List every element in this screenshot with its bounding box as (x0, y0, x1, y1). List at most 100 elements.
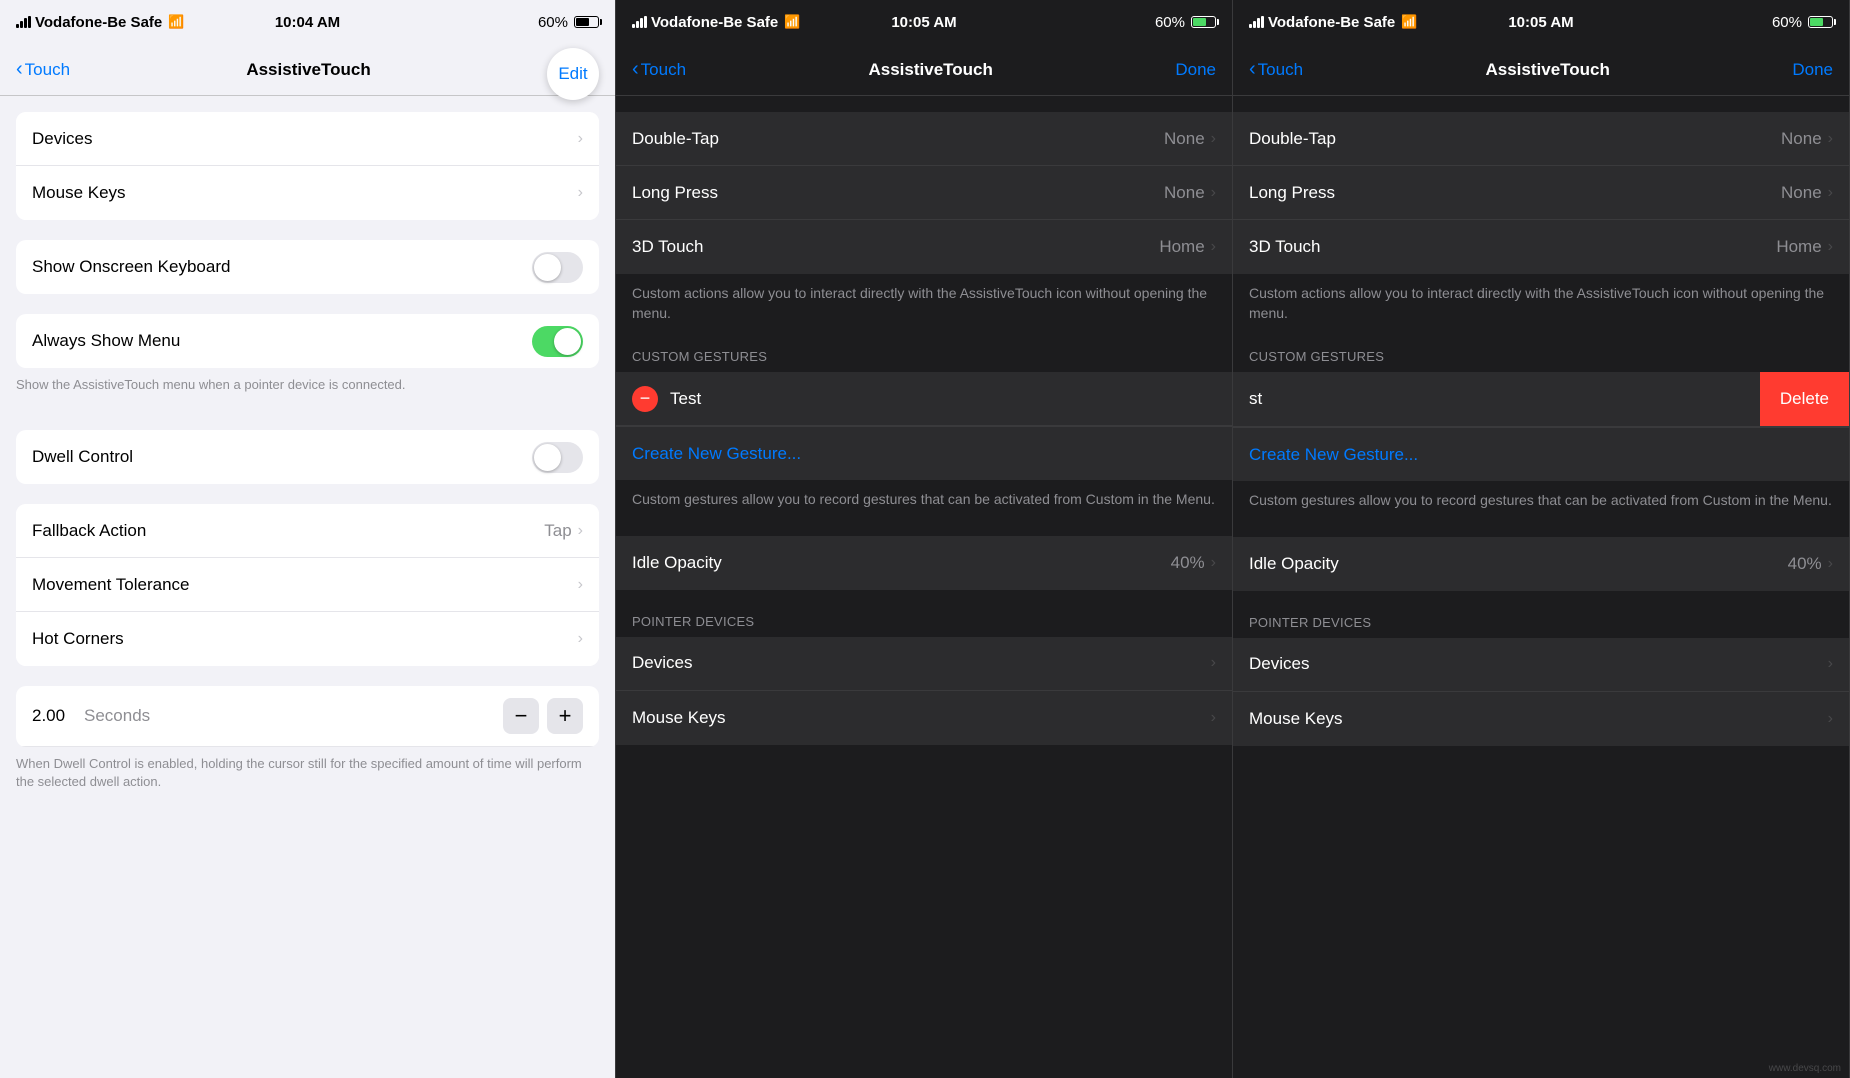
row-idle-opacity-3[interactable]: Idle Opacity 40% › (1233, 537, 1849, 591)
row-create-gesture-2[interactable]: Create New Gesture... (616, 426, 1232, 480)
wifi-icon-1: 📶 (168, 14, 184, 30)
value-fallback: Tap (544, 521, 571, 541)
row-mousekeys-2[interactable]: Mouse Keys › (616, 691, 1232, 745)
edit-button-1[interactable]: Edit (547, 48, 599, 100)
chevron-3dt-3: › (1828, 238, 1833, 256)
stepper-row: 2.00 Seconds − + (16, 686, 599, 747)
signal-bar (24, 18, 27, 28)
custom-actions-note-3: Custom actions allow you to interact dir… (1233, 274, 1849, 333)
chevron-hot-corners: › (578, 630, 583, 648)
chevron-lp-2: › (1211, 184, 1216, 202)
toggle-knob-always-show (554, 328, 581, 355)
nav-back-2[interactable]: ‹ Touch (632, 58, 686, 81)
chevron-mousekeys-3: › (1828, 710, 1833, 728)
toggle-knob-keyboard (534, 254, 561, 281)
signal-bar (644, 16, 647, 28)
value-3dtouch-2: Home (1159, 237, 1204, 257)
nav-title-1: AssistiveTouch (246, 60, 370, 80)
row-3dtouch-2[interactable]: 3D Touch Home › (616, 220, 1232, 274)
done-btn-3[interactable]: Done (1792, 60, 1833, 80)
status-right-1: 60% (538, 14, 599, 31)
custom-actions-group-3: Double-Tap None › Long Press None › 3D T… (1233, 112, 1849, 274)
row-3dtouch-3[interactable]: 3D Touch Home › (1233, 220, 1849, 274)
row-double-tap-3[interactable]: Double-Tap None › (1233, 112, 1849, 166)
row-devices[interactable]: Devices › (16, 112, 599, 166)
row-long-press-3[interactable]: Long Press None › (1233, 166, 1849, 220)
back-chevron-3: ‹ (1249, 58, 1256, 81)
row-right-3dt-3: Home › (1776, 237, 1833, 257)
row-left-movement: Movement Tolerance (32, 575, 578, 595)
row-hot-corners[interactable]: Hot Corners › (16, 612, 599, 666)
back-label-2[interactable]: Touch (641, 60, 686, 80)
delete-button[interactable]: Delete (1760, 372, 1849, 426)
gesture-label-test: Test (670, 389, 701, 409)
row-create-gesture-3[interactable]: Create New Gesture... (1233, 427, 1849, 481)
pointer-header-3: POINTER DEVICES (1233, 591, 1849, 638)
nav-title-2: AssistiveTouch (869, 60, 993, 80)
stepper-minus-btn[interactable]: − (503, 698, 539, 734)
chevron-dt-3: › (1828, 130, 1833, 148)
battery-pct-1: 60% (538, 14, 568, 31)
value-idle-3: 40% (1788, 554, 1822, 574)
row-right-mousekeys-2: › (1211, 709, 1216, 727)
row-right-dwell (532, 442, 583, 473)
row-right-3dt-2: Home › (1159, 237, 1216, 257)
stepper-container: 2.00 Seconds − + (16, 686, 599, 747)
chevron-idle-3: › (1828, 555, 1833, 573)
row-dwell[interactable]: Dwell Control (16, 430, 599, 484)
nav-bar-1: ‹ Touch AssistiveTouch Edit (0, 44, 615, 96)
row-right-devices-3: › (1828, 655, 1833, 673)
chevron-3dt-2: › (1211, 238, 1216, 256)
custom-gestures-group-3: st Delete Create New Gesture... (1233, 372, 1849, 481)
custom-gestures-group-2: − Test Create New Gesture... (616, 372, 1232, 480)
toggle-knob-dwell (534, 444, 561, 471)
toggle-keyboard[interactable] (532, 252, 583, 283)
toggle-always-show[interactable] (532, 326, 583, 357)
row-always-show[interactable]: Always Show Menu (16, 314, 599, 368)
toggle-dwell[interactable] (532, 442, 583, 473)
create-gesture-label-3[interactable]: Create New Gesture... (1249, 445, 1418, 465)
row-left-always-show: Always Show Menu (32, 331, 532, 351)
row-double-tap-2[interactable]: Double-Tap None › (616, 112, 1232, 166)
row-left-dwell: Dwell Control (32, 447, 532, 467)
nav-back-3[interactable]: ‹ Touch (1249, 58, 1303, 81)
value-idle-2: 40% (1171, 553, 1205, 573)
settings-group-menu: Always Show Menu (16, 314, 599, 368)
row-right-movement: › (578, 576, 583, 594)
nav-back-1[interactable]: ‹ Touch (16, 58, 70, 81)
custom-gestures-note-3: Custom gestures allow you to record gest… (1233, 481, 1849, 521)
pointer-group-2: Devices › Mouse Keys › (616, 637, 1232, 745)
gesture-item-test[interactable]: − Test (616, 372, 1232, 426)
row-long-press-2[interactable]: Long Press None › (616, 166, 1232, 220)
row-devices-2[interactable]: Devices › (616, 637, 1232, 691)
stepper-value: 2.00 (32, 706, 72, 726)
row-keyboard[interactable]: Show Onscreen Keyboard (16, 240, 599, 294)
row-left-mouse-keys: Mouse Keys (32, 183, 578, 203)
idle-opacity-group-2: Idle Opacity 40% › (616, 536, 1232, 590)
row-movement[interactable]: Movement Tolerance › (16, 558, 599, 612)
row-fallback[interactable]: Fallback Action Tap › (16, 504, 599, 558)
chevron-mousekeys-2: › (1211, 709, 1216, 727)
chevron-mouse-keys: › (578, 184, 583, 202)
battery-pct-2: 60% (1155, 14, 1185, 31)
stepper-plus-btn[interactable]: + (547, 698, 583, 734)
row-idle-opacity-2[interactable]: Idle Opacity 40% › (616, 536, 1232, 590)
signal-bar (640, 18, 643, 28)
row-left-fallback: Fallback Action (32, 521, 544, 541)
create-gesture-label-2[interactable]: Create New Gesture... (632, 444, 801, 464)
row-mousekeys-3[interactable]: Mouse Keys › (1233, 692, 1849, 746)
row-mouse-keys[interactable]: Mouse Keys › (16, 166, 599, 220)
label-hot-corners: Hot Corners (32, 629, 578, 649)
carrier-1: Vodafone-Be Safe (35, 14, 162, 31)
pointer-group-3: Devices › Mouse Keys › (1233, 638, 1849, 746)
settings-group-misc: Fallback Action Tap › Movement Tolerance… (16, 504, 599, 666)
back-label-3[interactable]: Touch (1258, 60, 1303, 80)
value-long-press-3: None (1781, 183, 1822, 203)
done-btn-2[interactable]: Done (1175, 60, 1216, 80)
back-label-1[interactable]: Touch (25, 60, 70, 80)
minus-btn-test[interactable]: − (632, 386, 658, 412)
row-devices-3[interactable]: Devices › (1233, 638, 1849, 692)
row-right-mousekeys-3: › (1828, 710, 1833, 728)
gesture-main[interactable]: st (1233, 372, 1760, 426)
idle-opacity-group-3: Idle Opacity 40% › (1233, 537, 1849, 591)
